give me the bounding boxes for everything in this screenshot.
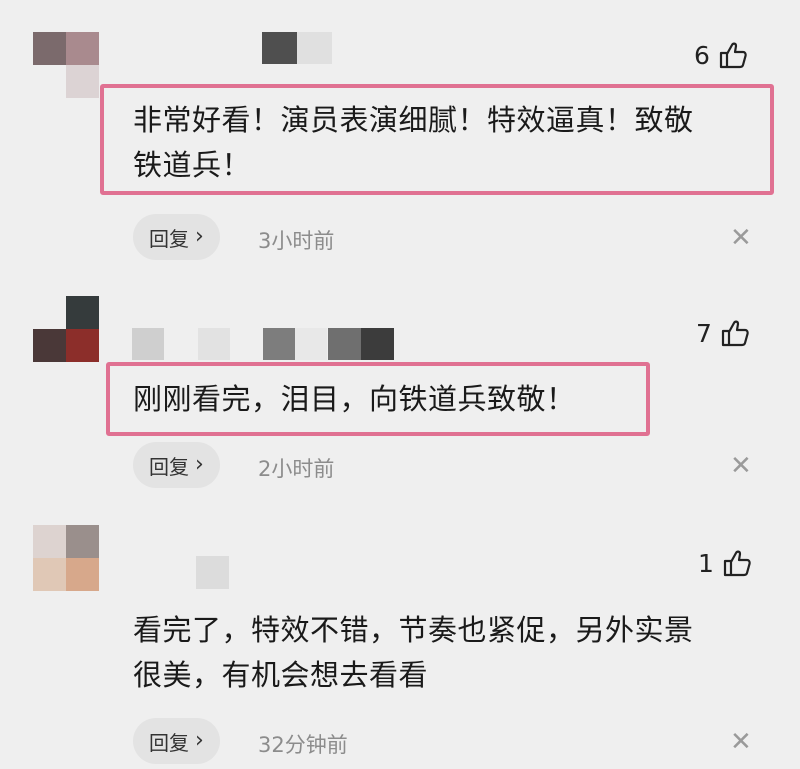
avatar[interactable] [33,525,99,591]
like-button[interactable]: 1 [698,548,752,578]
chevron-right-icon: › [195,728,204,753]
comment-text: 看完了，特效不错，节奏也紧促，另外实景 很美，有机会想去看看 [133,613,694,692]
reply-label: 回复 [149,730,189,755]
username-pixelated[interactable] [196,556,229,589]
close-icon[interactable]: ✕ [730,729,752,755]
reply-button[interactable]: 回复 › [133,718,220,764]
timestamp: 32分钟前 [258,733,348,757]
like-count: 1 [698,548,714,578]
comment-item-3: 1 看完了，特效不错，节奏也紧促，另外实景 很美，有机会想去看看 回复 › 32… [0,0,800,769]
thumbs-up-icon [723,550,751,577]
